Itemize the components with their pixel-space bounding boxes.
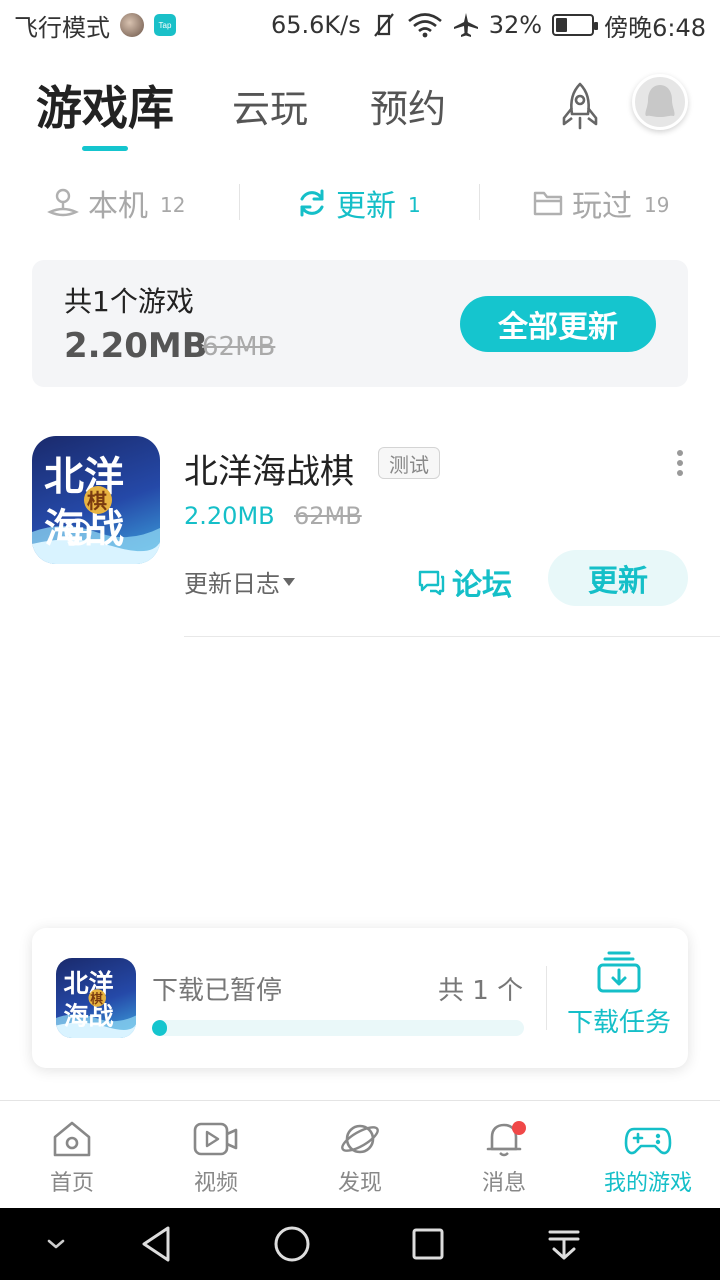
caret-down-icon	[283, 577, 295, 586]
collapse-chevron-icon[interactable]	[40, 1208, 72, 1280]
sub-tabs: 本机 12 更新 1 玩过 19	[0, 180, 720, 226]
subtab-played-label: 玩过	[572, 189, 632, 224]
battery-icon	[552, 14, 599, 36]
subtab-divider	[239, 184, 240, 220]
back-triangle-icon[interactable]	[134, 1208, 178, 1280]
update-all-button[interactable]: 全部更新	[460, 296, 656, 352]
download-game-icon-art: 北洋 海战 棋	[56, 969, 136, 1038]
download-icon-text-bottom: 海战	[64, 1001, 114, 1030]
wifi-icon	[407, 13, 442, 38]
clock: 傍晚6:48	[604, 13, 706, 42]
game-size: 2.20MB	[184, 502, 275, 530]
nav-messages-label: 消息	[481, 1171, 526, 1196]
rocket-icon[interactable]	[552, 80, 608, 136]
game-icon-art: 北洋 海战 棋	[32, 454, 160, 564]
bottom-navigation: 首页 视频 发现 消息 我的游戏	[0, 1100, 720, 1208]
download-progress-bar	[152, 1020, 524, 1036]
subtab-updates-count: 1	[408, 193, 421, 217]
home-circle-icon[interactable]	[270, 1208, 314, 1280]
status-bar: 飞行模式 Tap 65.6K/s 32% 傍晚6:48	[0, 0, 720, 50]
network-speed: 65.6K/s	[270, 11, 361, 39]
refresh-icon	[300, 189, 324, 217]
subtab-local[interactable]: 本机 12	[46, 180, 185, 226]
download-game-icon: 北洋 海战 棋	[56, 958, 136, 1038]
game-old-size: 62MB	[294, 502, 362, 530]
nav-video[interactable]: 视频	[144, 1101, 288, 1208]
nav-home[interactable]: 首页	[0, 1101, 144, 1208]
airplane-mode-label: 飞行模式	[14, 13, 110, 42]
recents-square-icon[interactable]	[406, 1208, 450, 1280]
chat-bubble-icon	[418, 570, 445, 596]
planet-icon	[341, 1124, 379, 1154]
game-icon-text-bottom: 海战	[44, 506, 124, 552]
nav-home-label: 首页	[49, 1171, 94, 1196]
active-tab-indicator	[82, 146, 128, 151]
changelog-toggle[interactable]: 更新日志	[184, 564, 296, 599]
subtab-updates-label: 更新	[336, 189, 396, 224]
subtab-played-count: 19	[644, 193, 670, 217]
download-tasks-button[interactable]: 下载任务	[560, 950, 678, 1050]
download-icon-badge: 棋	[89, 991, 103, 1006]
notification-avatar-icon	[120, 13, 144, 37]
airplane-icon	[453, 13, 478, 37]
download-status: 下载已暂停	[152, 976, 283, 1006]
notification-pulldown-icon[interactable]	[542, 1208, 586, 1280]
game-list-item[interactable]: 北洋 海战 棋 北洋海战棋 测试 2.20MB 62MB 更新日志 论坛 更新	[0, 420, 720, 638]
device-icon	[47, 188, 79, 217]
subtab-divider	[479, 184, 480, 220]
changelog-label: 更新日志	[184, 570, 280, 598]
more-options-icon[interactable]	[668, 448, 692, 478]
test-badge: 测试	[378, 447, 440, 479]
gamepad-icon	[624, 1127, 672, 1155]
tab-cloud-play[interactable]: 云玩	[232, 78, 308, 133]
header: 游戏库 云玩 预约	[0, 60, 720, 160]
summary-title: 共1个游戏	[64, 285, 194, 318]
download-count: 共 1 个	[438, 976, 524, 1006]
tab-reservations[interactable]: 预约	[370, 78, 446, 133]
game-icon-text-top: 北洋	[44, 454, 124, 500]
game-title[interactable]: 北洋海战棋	[184, 444, 354, 493]
video-icon	[193, 1122, 238, 1156]
nav-discover-label: 发现	[337, 1171, 382, 1196]
nav-my-games[interactable]: 我的游戏	[576, 1101, 720, 1208]
subtab-updates[interactable]: 更新 1	[296, 180, 421, 226]
user-avatar-button[interactable]	[632, 74, 688, 130]
folder-icon	[533, 191, 563, 216]
game-icon-badge: 棋	[87, 489, 107, 513]
subtab-played[interactable]: 玩过 19	[532, 180, 669, 226]
download-icon-text-top: 北洋	[64, 969, 114, 998]
home-icon	[53, 1121, 91, 1157]
nav-messages[interactable]: 消息	[432, 1101, 576, 1208]
update-button[interactable]: 更新	[548, 550, 688, 606]
download-progress-fill	[152, 1020, 167, 1036]
system-navigation-bar	[0, 1208, 720, 1280]
battery-percent: 32%	[488, 11, 543, 39]
row-divider	[184, 636, 720, 637]
forum-link[interactable]: 论坛	[416, 560, 512, 604]
nav-my-games-label: 我的游戏	[603, 1171, 692, 1196]
default-avatar-icon	[645, 85, 675, 117]
taptap-notification-icon: Tap	[154, 14, 176, 36]
download-tasks-label: 下载任务	[566, 1008, 671, 1038]
download-panel-divider	[546, 966, 547, 1030]
nav-discover[interactable]: 发现	[288, 1101, 432, 1208]
download-tray-icon	[597, 951, 641, 993]
tab-game-library[interactable]: 游戏库	[36, 72, 174, 138]
subtab-local-count: 12	[160, 193, 186, 217]
summary-size: 2.20MB	[64, 326, 208, 366]
game-icon[interactable]: 北洋 海战 棋	[32, 436, 160, 564]
unread-badge	[512, 1121, 526, 1135]
forum-label: 论坛	[452, 568, 512, 603]
update-summary-card: 共1个游戏 2.20MB 62MB 全部更新	[32, 260, 688, 387]
download-panel[interactable]: 北洋 海战 棋 下载已暂停 共 1 个 下载任务	[32, 928, 688, 1068]
nav-video-label: 视频	[193, 1171, 238, 1196]
subtab-local-label: 本机	[88, 189, 148, 224]
mute-icon	[373, 13, 394, 37]
summary-old-size: 62MB	[202, 332, 276, 362]
